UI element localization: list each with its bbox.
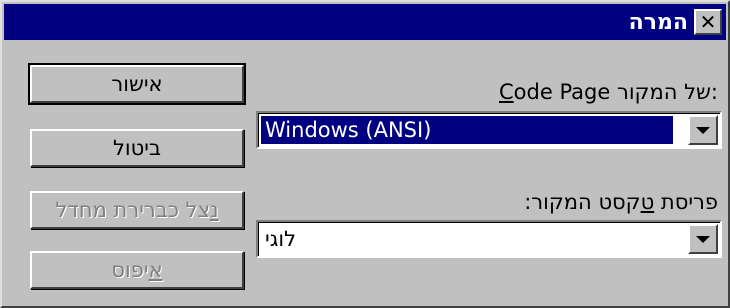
show-default-button[interactable]: נצל כברירת מחדל: [30, 191, 244, 229]
text-layout-label-rest: קסט המקור:: [524, 190, 641, 214]
code-page-value: Windows (ANSI): [261, 116, 673, 144]
chevron-down-icon: [696, 235, 710, 243]
code-page-dropdown-button[interactable]: [688, 115, 718, 145]
code-page-label: Code Page של המקור:: [499, 80, 718, 104]
show-default-mnemonic: נ: [210, 198, 219, 222]
text-layout-mnemonic: ט: [640, 190, 655, 214]
dialog-title: המרה: [628, 9, 688, 35]
code-page-label-text: ode Page של המקור:: [513, 80, 718, 104]
reset-button-label: איפוס: [111, 258, 162, 282]
ok-button[interactable]: אישור: [28, 63, 246, 105]
reset-button[interactable]: איפוס: [30, 251, 244, 289]
text-layout-value: לוגי: [265, 227, 297, 251]
text-layout-select[interactable]: לוגי: [256, 220, 722, 258]
text-layout-dropdown-button[interactable]: [688, 224, 718, 254]
reset-text: יפוס: [111, 258, 149, 282]
close-icon: ✕: [699, 10, 717, 34]
show-default-button-label: נצל כברירת מחדל: [56, 198, 219, 222]
text-layout-label: פריסת טקסט המקור:: [524, 190, 718, 214]
conversion-dialog: המרה ✕ אישור ביטול נצל כברירת מחדל איפוס…: [0, 0, 730, 308]
ok-button-label: אישור: [111, 72, 163, 96]
code-page-select[interactable]: Windows (ANSI): [256, 111, 722, 149]
show-default-text: צל כברירת מחדל: [55, 198, 211, 222]
close-button[interactable]: ✕: [694, 9, 722, 35]
cancel-button-label: ביטול: [112, 136, 162, 160]
text-layout-label-before: פריסת: [654, 190, 718, 214]
cancel-button[interactable]: ביטול: [30, 129, 244, 167]
code-page-mnemonic: C: [499, 80, 514, 104]
title-bar: המרה ✕: [4, 4, 726, 40]
chevron-down-icon: [696, 126, 710, 134]
reset-mnemonic: א: [148, 258, 163, 282]
